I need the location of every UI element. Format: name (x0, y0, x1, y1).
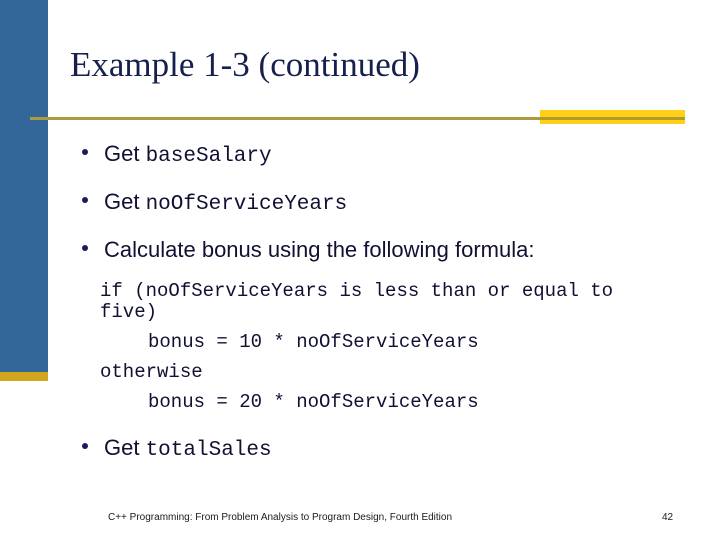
bullet-line: Get noOfServiceYears (104, 189, 348, 216)
bullet-dot-icon (82, 197, 88, 203)
list-item: Calculate bonus using the following form… (72, 236, 692, 264)
bullet-code-text: baseSalary (145, 145, 272, 168)
slide-canvas: Example 1-3 (continued) Get baseSalary G… (0, 0, 720, 540)
list-item: Get baseSalary (72, 140, 692, 171)
list-item: Get totalSales (72, 434, 692, 465)
title-divider-line-overlay (540, 117, 685, 120)
bullet-code-text: totalSales (145, 439, 272, 462)
bullet-dot-icon (82, 443, 88, 449)
code-line: if (noOfServiceYears is less than or equ… (100, 280, 625, 323)
list-item: Get noOfServiceYears (72, 188, 692, 219)
bullet-line: Get totalSales (104, 435, 272, 462)
code-line: bonus = 20 * noOfServiceYears (148, 391, 479, 413)
bullet-dot-icon (82, 245, 88, 251)
slide-title: Example 1-3 (continued) (70, 45, 420, 84)
code-line: otherwise (100, 361, 203, 383)
sidebar-decoration-band (0, 0, 48, 372)
bullet-lead-text: Get (104, 435, 146, 460)
bullet-line: Calculate bonus using the following form… (104, 237, 534, 262)
bullet-line: Get baseSalary (104, 141, 272, 168)
slide-body: Get baseSalary Get noOfServiceYears Calc… (72, 140, 692, 482)
bullet-code-text: noOfServiceYears (145, 193, 348, 216)
bullet-dot-icon (82, 149, 88, 155)
sidebar-accent-bar (0, 372, 48, 381)
slide-page-number: 42 (662, 512, 674, 523)
bullet-lead-text: Get (104, 141, 146, 166)
code-line: bonus = 10 * noOfServiceYears (148, 331, 479, 353)
bullet-lead-text: Get (104, 189, 146, 214)
pseudocode-block: if (noOfServiceYears is less than or equ… (100, 281, 692, 413)
bullet-lead-text: Calculate bonus using the following form… (104, 237, 535, 262)
footer-attribution: C++ Programming: From Problem Analysis t… (108, 512, 453, 523)
